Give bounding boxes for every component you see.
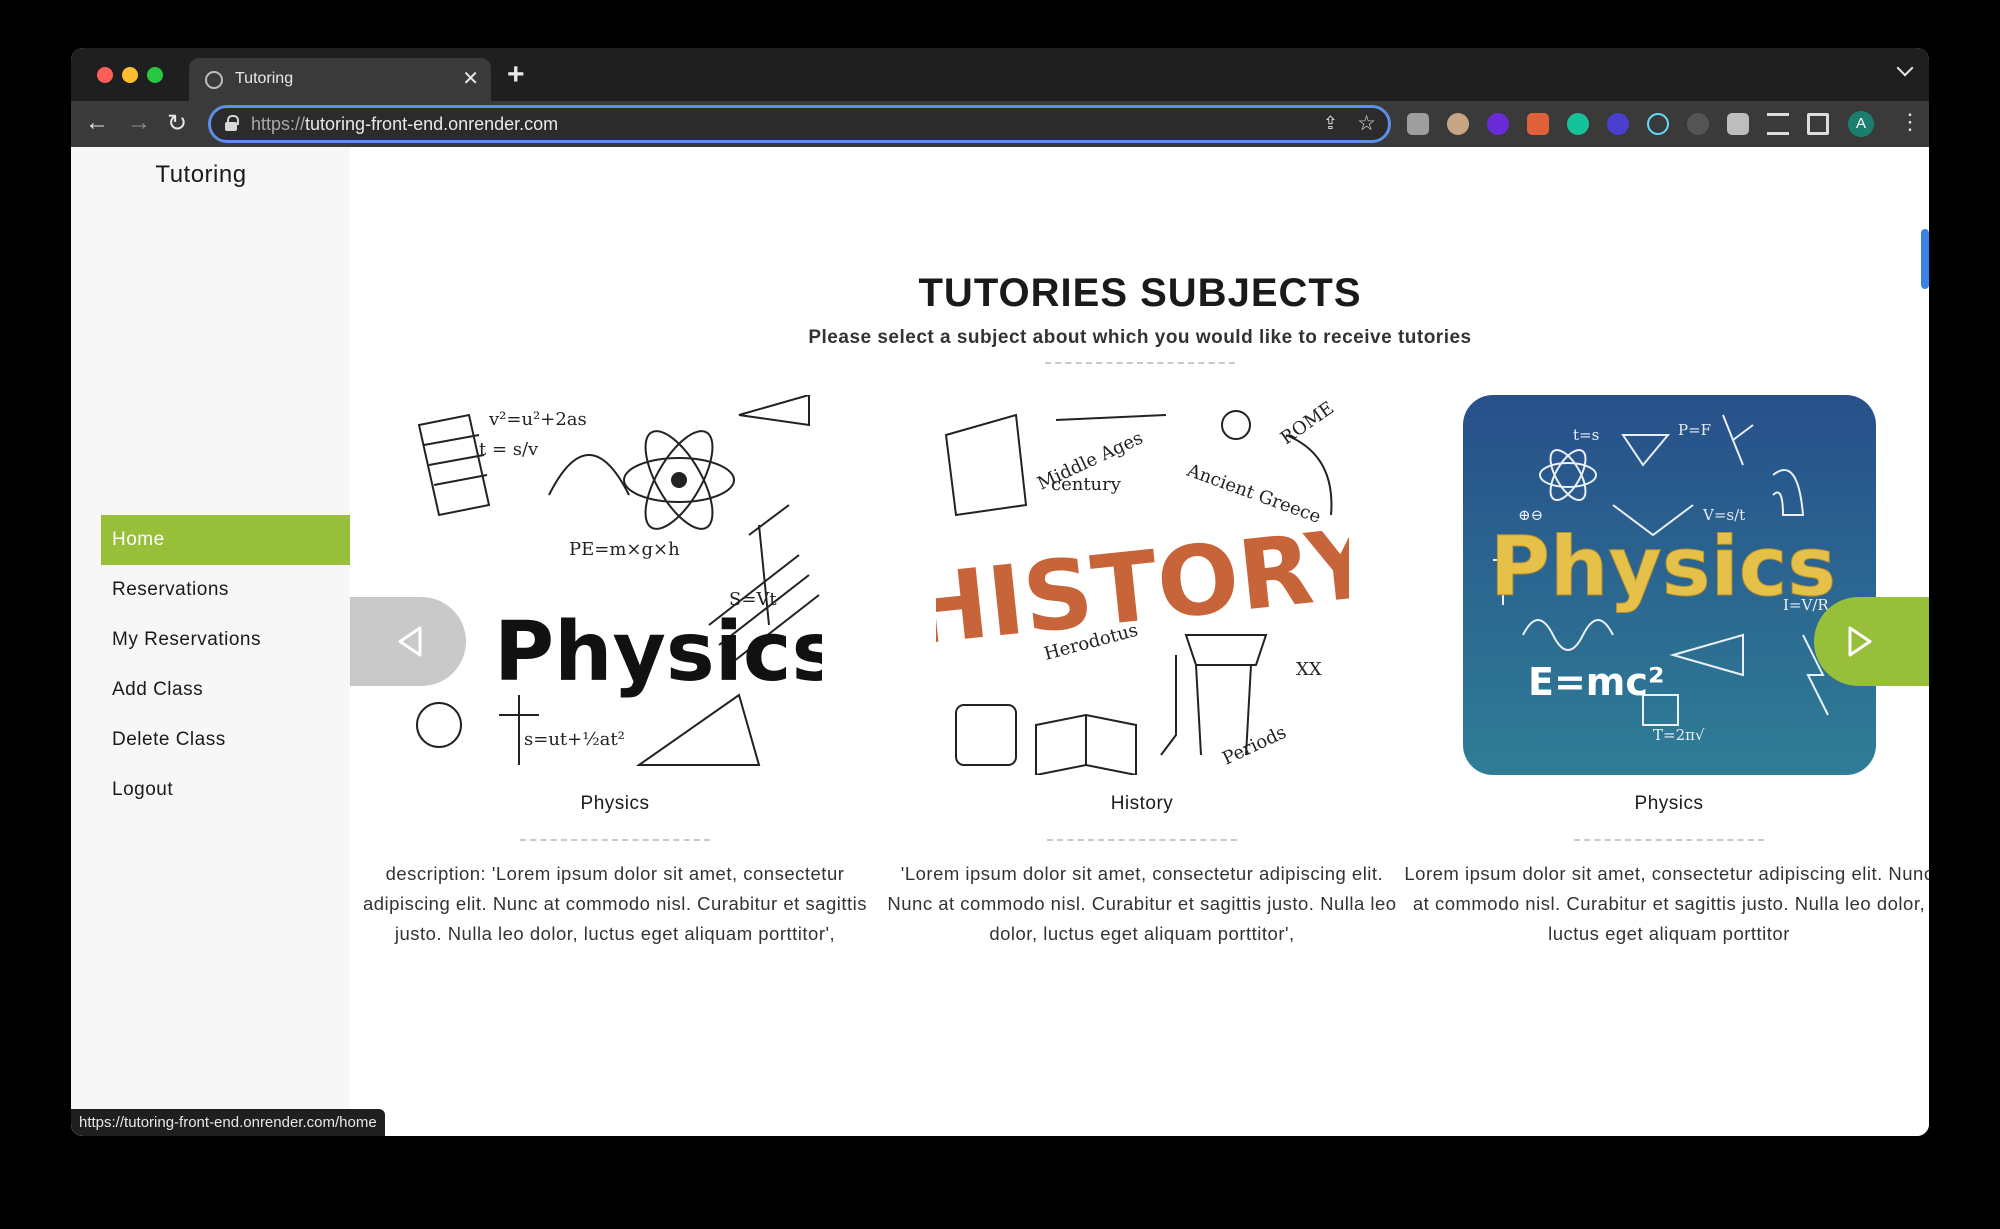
extension-icon[interactable] [1407,113,1429,135]
physics-image-title: Physics [494,605,822,700]
svg-text:PE=m×g×h: PE=m×g×h [569,539,680,560]
divider [520,839,710,841]
tab-bar: Tutoring ✕ + [71,48,1929,101]
subject-name[interactable]: History [877,793,1407,815]
divider [1574,839,1764,841]
svg-text:t = s/v: t = s/v [479,439,539,460]
extension-icon[interactable] [1607,113,1629,135]
carousel-prev-button[interactable] [350,597,466,686]
page-title: TUTORIES SUBJECTS [918,271,1362,315]
browser-window: Tutoring ✕ + ← → ↻ https://tutoring-fron… [71,48,1929,1136]
subject-name[interactable]: Physics [1404,793,1929,815]
svg-text:T=2π√: T=2π√ [1653,726,1705,744]
puzzle-extensions-icon[interactable] [1727,113,1749,135]
close-tab-icon[interactable]: ✕ [462,66,479,91]
minimize-window-button[interactable] [122,67,138,83]
physics-chalkboard-image: t=s P=F V=s/t ⊕⊖ I=V/R T=2π√ E=mc² Physi… [1489,414,1837,744]
extension-icon[interactable] [1487,113,1509,135]
sidebar-item-add-class[interactable]: Add Class [101,665,350,715]
sidebar-item-logout[interactable]: Logout [101,765,350,815]
main-content: TUTORIES SUBJECTS Please select a subjec… [350,147,1929,1136]
url-text: https://tutoring-front-end.onrender.com [251,114,559,134]
subject-image[interactable]: t=s P=F V=s/t ⊕⊖ I=V/R T=2π√ E=mc² Physi… [1463,395,1876,775]
sidebar-item-delete-class[interactable]: Delete Class [101,715,350,765]
subject-description: Lorem ipsum dolor sit amet, consectetur … [1404,863,1929,944]
subject-image[interactable]: v²=u²+2as t = s/v PE=m×g×h s=ut+½at² S=V… [409,395,822,775]
subject-description: description: 'Lorem ipsum dolor sit amet… [362,863,868,944]
address-bar[interactable]: https://tutoring-front-end.onrender.com … [208,105,1391,143]
tab-title: Tutoring [235,70,294,87]
history-doodle-image: Middle Ages Ancient Greece century Herod… [936,395,1349,775]
sidebar-item-home[interactable]: Home [101,515,350,565]
sidebar-item-reservations[interactable]: Reservations [101,565,350,615]
lock-icon[interactable] [225,115,239,131]
svg-text:v²=u²+2as: v²=u²+2as [488,409,587,430]
profile-avatar[interactable]: A [1848,111,1874,137]
reload-icon[interactable]: ↻ [167,109,187,138]
browser-toolbar: ← → ↻ https://tutoring-front-end.onrende… [71,101,1929,147]
svg-text:P=F: P=F [1678,421,1711,439]
globe-icon [205,71,223,89]
bookmark-star-icon[interactable]: ☆ [1357,111,1376,136]
close-window-button[interactable] [97,67,113,83]
extension-icon[interactable] [1687,113,1709,135]
subject-name[interactable]: Physics [350,793,880,815]
svg-text:XX: XX [1296,659,1322,680]
sidebar-menu: Home Reservations My Reservations Add Cl… [101,515,350,815]
sidebar: Tutoring Home Reservations My Reservatio… [71,147,350,1136]
svg-text:s=ut+½at²: s=ut+½at² [524,729,625,750]
sidebar-item-my-reservations[interactable]: My Reservations [101,615,350,665]
divider [1047,839,1237,841]
chevron-down-icon[interactable] [1896,59,1914,77]
new-tab-icon[interactable]: + [507,58,525,92]
subject-description: 'Lorem ipsum dolor sit amet, consectetur… [887,863,1397,944]
maximize-window-button[interactable] [147,67,163,83]
carousel-next-button[interactable] [1814,597,1929,686]
react-devtools-icon[interactable] [1647,113,1669,135]
brand-logo[interactable]: Tutoring [71,161,331,189]
link-status-bar: https://tutoring-front-end.onrender.com/… [71,1109,385,1136]
browser-tab[interactable]: Tutoring ✕ [189,58,491,101]
physics-doodle-image: v²=u²+2as t = s/v PE=m×g×h s=ut+½at² S=V… [409,395,822,775]
svg-text:E=mc²: E=mc² [1528,660,1665,704]
forward-arrow-icon[interactable]: → [127,109,151,137]
web-page: Tutoring Home Reservations My Reservatio… [71,147,1929,1136]
svg-text:century: century [1051,474,1122,495]
scrollbar-thumb[interactable] [1921,229,1929,289]
extension-icon[interactable] [1447,113,1469,135]
reading-list-icon[interactable] [1767,113,1789,135]
extension-icon[interactable] [1527,113,1549,135]
triangle-left-icon [398,626,422,657]
more-menu-icon[interactable]: ⋮ [1899,109,1921,135]
subject-image[interactable]: Middle Ages Ancient Greece century Herod… [936,395,1349,775]
back-arrow-icon[interactable]: ← [85,109,109,137]
triangle-right-icon [1848,626,1872,657]
svg-text:t=s: t=s [1573,426,1599,444]
divider [1045,362,1235,364]
grammarly-icon[interactable] [1567,113,1589,135]
page-subtitle: Please select a subject about which you … [808,327,1472,348]
share-icon[interactable]: ⇪ [1323,113,1338,134]
physics-image-title: Physics [1490,520,1836,615]
side-panel-icon[interactable] [1807,113,1829,135]
